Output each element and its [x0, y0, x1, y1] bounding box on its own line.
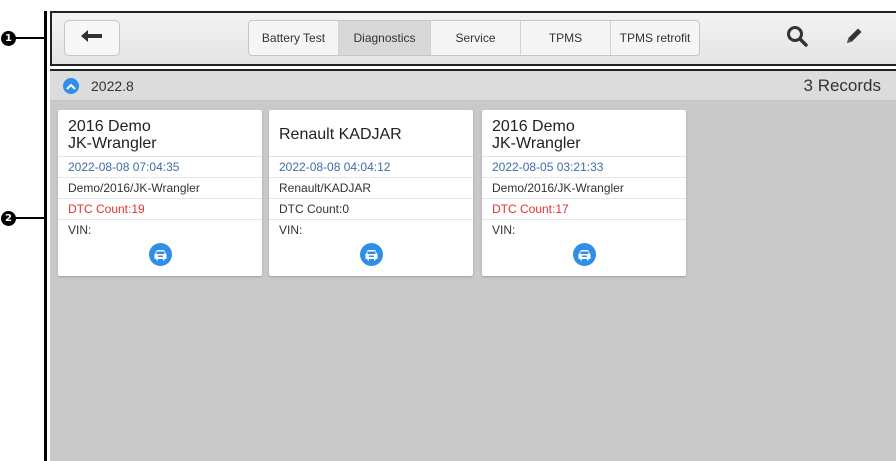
- tab-battery-test[interactable]: Battery Test: [249, 21, 339, 55]
- vehicle-car-icon[interactable]: [149, 243, 172, 266]
- tab-bar: Battery Test Diagnostics Service TPMS TP…: [248, 20, 700, 56]
- card-vehicle-path: Demo/2016/JK-Wrangler: [58, 178, 262, 199]
- card-date: 2022-08-08 04:04:12: [269, 157, 473, 178]
- callout-1-line: [15, 37, 45, 39]
- card-dtc-count: DTC Count:0: [269, 199, 473, 220]
- card-title: 2016 Demo JK-Wrangler: [482, 110, 686, 157]
- back-arrow-icon: [80, 29, 104, 48]
- card-vehicle-path: Renault/KADJAR: [269, 178, 473, 199]
- record-card[interactable]: Renault KADJAR 2022-08-08 04:04:12 Renau…: [269, 110, 473, 276]
- record-card[interactable]: 2016 Demo JK-Wrangler 2022-08-05 03:21:3…: [482, 110, 686, 276]
- card-vin: VIN:: [68, 223, 92, 237]
- card-title: 2016 Demo JK-Wrangler: [58, 110, 262, 157]
- search-icon: [786, 25, 808, 52]
- group-title: 2022.8: [91, 78, 134, 94]
- device-screen: Battery Test Diagnostics Service TPMS TP…: [44, 11, 896, 461]
- records-panel: 2022.8 3 Records 2016 Demo JK-Wrangler 2…: [50, 69, 896, 461]
- card-title: Renault KADJAR: [269, 110, 473, 157]
- group-header[interactable]: 2022.8 3 Records: [50, 71, 896, 101]
- tab-diagnostics[interactable]: Diagnostics: [339, 21, 431, 55]
- toolbar: Battery Test Diagnostics Service TPMS TP…: [50, 11, 896, 66]
- vehicle-car-icon[interactable]: [360, 243, 383, 266]
- card-date: 2022-08-08 07:04:35: [58, 157, 262, 178]
- tab-tpms-retrofit[interactable]: TPMS retrofit: [611, 21, 699, 55]
- vehicle-car-icon[interactable]: [573, 243, 596, 266]
- card-vin: VIN:: [279, 223, 303, 237]
- record-count: 3 Records: [803, 76, 881, 95]
- card-vehicle-path: Demo/2016/JK-Wrangler: [482, 178, 686, 199]
- callout-2: 2: [1, 211, 16, 226]
- tab-service[interactable]: Service: [431, 21, 521, 55]
- tab-tpms[interactable]: TPMS: [521, 21, 611, 55]
- collapse-chevron-icon[interactable]: [63, 78, 79, 94]
- card-date: 2022-08-05 03:21:33: [482, 157, 686, 178]
- back-button[interactable]: [64, 20, 120, 56]
- record-card[interactable]: 2016 Demo JK-Wrangler 2022-08-08 07:04:3…: [58, 110, 262, 276]
- card-vin: VIN:: [492, 223, 516, 237]
- callout-1: 1: [1, 31, 16, 46]
- search-button[interactable]: [783, 24, 811, 52]
- pencil-icon: [844, 26, 864, 51]
- card-dtc-count: DTC Count:19: [58, 199, 262, 220]
- edit-button[interactable]: [840, 24, 868, 52]
- card-dtc-count: DTC Count:17: [482, 199, 686, 220]
